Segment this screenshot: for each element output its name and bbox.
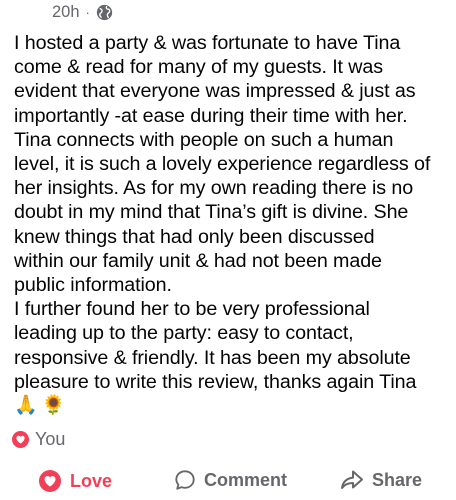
love-label: Love (70, 470, 113, 491)
globe-icon (96, 4, 113, 21)
post-time[interactable]: 20h (52, 3, 80, 22)
share-button[interactable]: Share (340, 469, 422, 491)
share-icon (340, 469, 364, 491)
love-button[interactable]: Love (38, 469, 112, 493)
sunflower-emoji: 🌻 (41, 395, 66, 417)
post-meta: 20h · (52, 0, 113, 24)
post-paragraph: I hosted a party & was fortunate to have… (14, 32, 431, 297)
reaction-label: You (35, 428, 66, 449)
reaction-summary[interactable]: You (12, 428, 65, 450)
comment-icon (174, 469, 196, 491)
post-paragraph: I further found her to be very professio… (14, 298, 417, 393)
post-text: I hosted a party & was fortunate to have… (14, 31, 452, 418)
emoji-row: 🙏 🌻 (14, 394, 452, 418)
heart-icon (38, 469, 62, 493)
heart-icon (12, 430, 29, 448)
action-bar: Love Comment Share (0, 460, 456, 500)
comment-label: Comment (204, 469, 288, 490)
folded-hands-emoji: 🙏 (14, 395, 38, 417)
comment-button[interactable]: Comment (174, 469, 287, 491)
share-label: Share (372, 469, 423, 490)
meta-separator: · (85, 4, 90, 20)
